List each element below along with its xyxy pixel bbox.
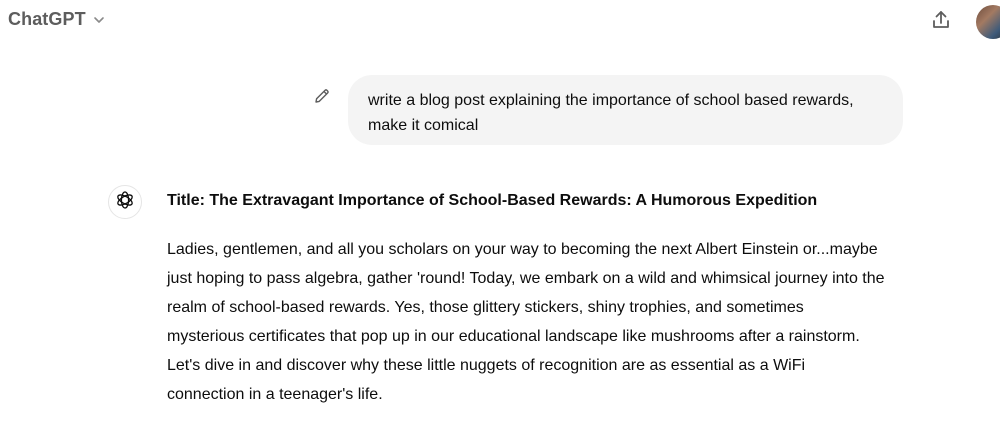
user-message-bubble: write a blog post explaining the importa… <box>348 75 903 145</box>
response-title: Title: The Extravagant Importance of Sch… <box>167 192 818 209</box>
model-switcher-button[interactable]: ChatGPT <box>8 9 106 30</box>
user-avatar[interactable] <box>976 5 1000 39</box>
header: ChatGPT <box>0 0 1000 46</box>
chevron-down-icon <box>92 13 106 27</box>
paragraph-line: connection in a teenager's life. <box>167 386 383 403</box>
paragraph-line: just hoping to pass algebra, gather 'rou… <box>167 270 885 287</box>
response-paragraph: Ladies, gentlemen, and all you scholars … <box>167 235 912 409</box>
assistant-avatar <box>108 185 142 219</box>
user-message-line: make it comical <box>368 117 479 134</box>
chat-page: ChatGPT write a blog post explaining the… <box>0 0 1000 424</box>
openai-logo-icon <box>114 189 136 216</box>
paragraph-line: Let's dive in and discover why these lit… <box>167 357 806 374</box>
edit-message-button[interactable] <box>312 88 332 108</box>
user-message-line: write a blog post explaining the importa… <box>368 92 854 109</box>
share-icon <box>930 9 952 36</box>
pencil-icon <box>313 87 331 110</box>
assistant-message: Title: The Extravagant Importance of Sch… <box>167 189 912 409</box>
paragraph-line: Ladies, gentlemen, and all you scholars … <box>167 241 878 258</box>
share-button[interactable] <box>926 7 956 37</box>
model-name: ChatGPT <box>8 9 86 29</box>
paragraph-line: realm of school-based rewards. Yes, thos… <box>167 299 804 316</box>
paragraph-line: mysterious certificates that pop up in o… <box>167 328 860 345</box>
